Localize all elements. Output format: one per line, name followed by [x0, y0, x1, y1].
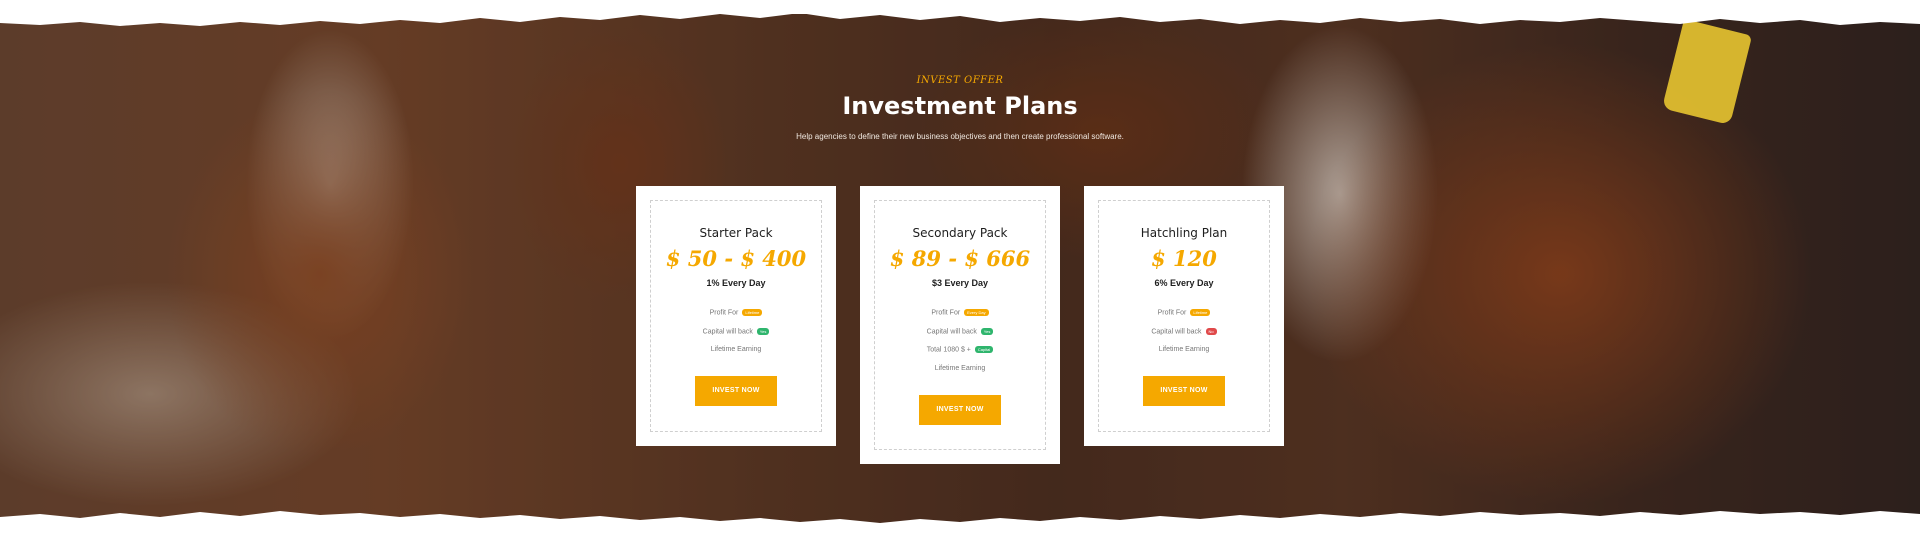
section-subtitle: Help agencies to define their new busine… [796, 132, 1124, 141]
plan-name: Starter Pack [699, 226, 773, 240]
feature-text: Capital will back [702, 328, 753, 336]
status-badge: Every Day [964, 309, 989, 316]
feature-earning: Lifetime Earning [636, 346, 836, 353]
feature-capital: Capital will back Yes [636, 328, 836, 335]
section-title: Investment Plans [842, 92, 1078, 120]
invest-now-button[interactable]: INVEST NOW [919, 395, 1001, 425]
feature-profit: Profit For Every Day [860, 309, 1060, 316]
feature-text: Lifetime Earning [934, 365, 986, 372]
feature-profit: Profit For Lifetime [636, 309, 836, 316]
feature-text: Total 1080 $ + [926, 346, 971, 354]
plan-card-starter: Starter Pack $ 50 - $ 400 1% Every Day P… [636, 186, 836, 446]
feature-earning: Lifetime Earning [860, 365, 1060, 372]
feature-total: Total 1080 $ + Capital [860, 346, 1060, 353]
feature-text: Capital will back [1151, 328, 1202, 336]
invest-now-button[interactable]: INVEST NOW [695, 376, 777, 406]
plan-name: Hatchling Plan [1140, 226, 1228, 240]
status-badge: Capital [974, 346, 994, 353]
feature-profit: Profit For Lifetime [1084, 309, 1284, 316]
feature-text: Profit For [931, 309, 961, 317]
invest-now-button[interactable]: INVEST NOW [1143, 376, 1225, 406]
plan-name: Secondary Pack [912, 226, 1008, 240]
feature-capital: Capital will back Yes [860, 328, 1060, 335]
section-eyebrow: INVEST OFFER [916, 75, 1004, 86]
plan-price: $ 120 [1151, 246, 1217, 271]
status-badge: Lifetime [742, 309, 763, 316]
status-badge: Lifetime [1190, 309, 1211, 316]
plan-card-secondary: Secondary Pack $ 89 - $ 666 $3 Every Day… [860, 186, 1060, 464]
plan-price: $ 50 - $ 400 [665, 246, 807, 271]
feature-text: Lifetime Earning [710, 346, 762, 353]
plan-rate: 6% Every Day [1154, 278, 1214, 288]
status-badge: No [1205, 328, 1217, 335]
plan-rate: $3 Every Day [931, 278, 989, 288]
feature-text: Lifetime Earning [1158, 346, 1210, 353]
torn-paper-top-edge [0, 0, 1920, 26]
investment-plans-section: INVEST OFFER Investment Plans Help agenc… [0, 0, 1920, 539]
feature-earning: Lifetime Earning [1084, 346, 1284, 353]
status-badge: Yes [980, 328, 994, 335]
plan-rate: 1% Every Day [706, 278, 766, 288]
feature-capital: Capital will back No [1084, 328, 1284, 335]
status-badge: Yes [756, 328, 770, 335]
feature-text: Capital will back [926, 328, 977, 336]
plan-price: $ 89 - $ 666 [889, 246, 1031, 271]
feature-text: Profit For [709, 309, 739, 317]
torn-paper-bottom-edge [0, 511, 1920, 539]
feature-text: Profit For [1157, 309, 1187, 317]
plan-card-hatchling: Hatchling Plan $ 120 6% Every Day Profit… [1084, 186, 1284, 446]
